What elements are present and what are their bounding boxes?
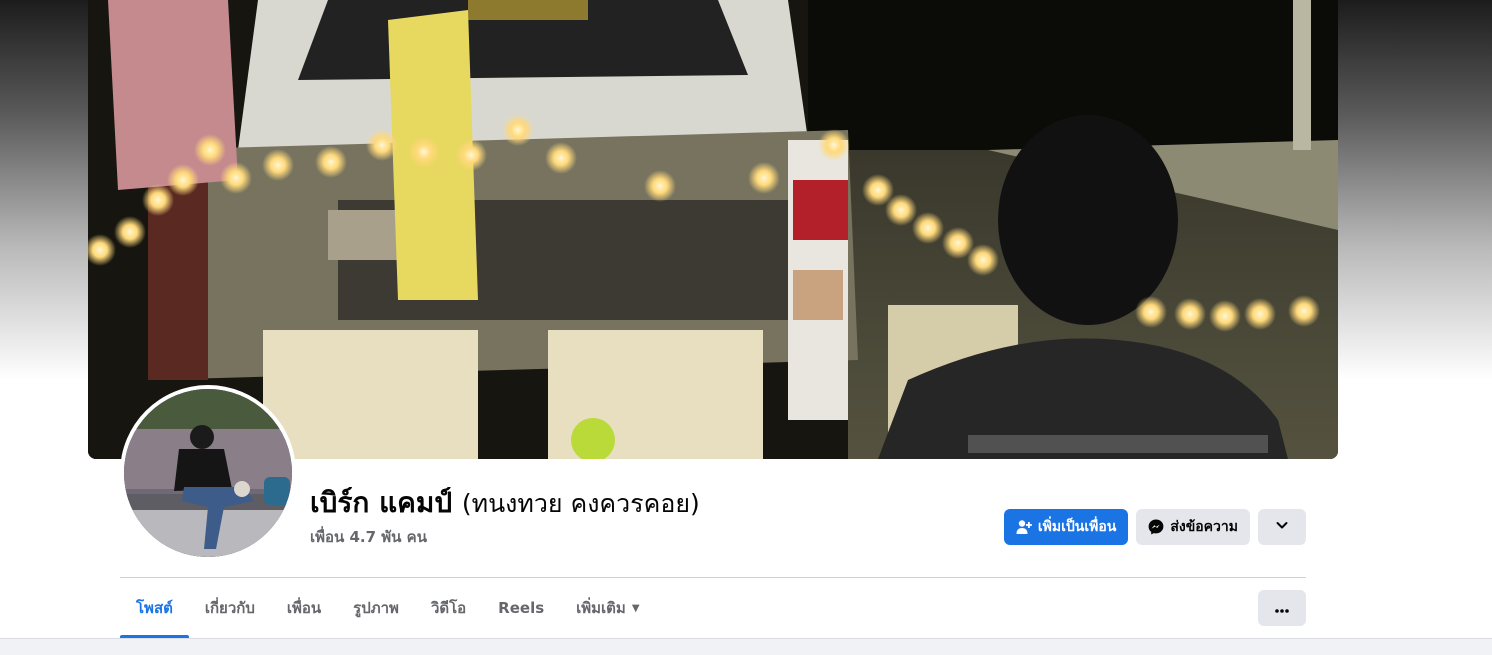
tab-about-label: เกี่ยวกับ (204, 599, 255, 617)
avatar-image (124, 389, 292, 557)
ellipsis-icon (1274, 599, 1290, 618)
tab-friends-label: เพื่อน (286, 599, 322, 617)
tab-videos-label: วิดีโอ (430, 599, 467, 617)
tab-reels-label: Reels (498, 599, 545, 617)
profile-tabs: โพสต์ เกี่ยวกับ เพื่อน รูปภาพ วิดีโอ Ree… (120, 578, 656, 638)
profile-display-name: เบิร์ก แคมป์ (310, 486, 453, 519)
tab-photos-label: รูปภาพ (353, 599, 399, 617)
profile-actions: เพิ่มเป็นเพื่อน ส่งข้อความ (1003, 509, 1306, 545)
cover-photo[interactable] (88, 0, 1338, 459)
tab-more[interactable]: เพิ่มเติม ▼ (560, 578, 655, 638)
profile-name: เบิร์ก แคมป์ (ทนงทวย คงควรคอย) (310, 484, 700, 523)
chevron-down-icon (1275, 518, 1289, 536)
profile-avatar[interactable] (120, 385, 296, 561)
message-label: ส่งข้อความ (1170, 519, 1238, 535)
profile-options-dropdown[interactable] (1258, 509, 1306, 545)
feed-background (0, 638, 1492, 655)
tab-posts[interactable]: โพสต์ (120, 578, 189, 638)
message-button[interactable]: ส่งข้อความ (1136, 509, 1250, 545)
profile-alternate-name: (ทนงทวย คงควรคอย) (461, 489, 700, 518)
add-friend-label: เพิ่มเป็นเพื่อน (1037, 519, 1117, 535)
tab-about[interactable]: เกี่ยวกับ (189, 578, 271, 638)
caret-down-icon: ▼ (631, 602, 640, 614)
tab-photos[interactable]: รูปภาพ (337, 578, 415, 638)
add-friend-button[interactable]: เพิ่มเป็นเพื่อน (1003, 509, 1129, 545)
profile-header: เบิร์ก แคมป์ (ทนงทวย คงควรคอย) เพื่อน 4.… (310, 484, 700, 549)
person-plus-icon (1016, 519, 1032, 535)
tab-more-label: เพิ่มเติม (576, 599, 626, 617)
friends-count[interactable]: เพื่อน 4.7 พัน คน (310, 525, 700, 549)
avatar (124, 389, 292, 557)
tab-posts-label: โพสต์ (136, 599, 173, 617)
tab-reels[interactable]: Reels (482, 578, 560, 638)
tab-friends[interactable]: เพื่อน (271, 578, 337, 638)
messenger-icon (1148, 519, 1164, 535)
tab-videos[interactable]: วิดีโอ (415, 578, 482, 638)
more-options-button[interactable] (1258, 590, 1306, 626)
cover-photo-image (88, 0, 1338, 459)
